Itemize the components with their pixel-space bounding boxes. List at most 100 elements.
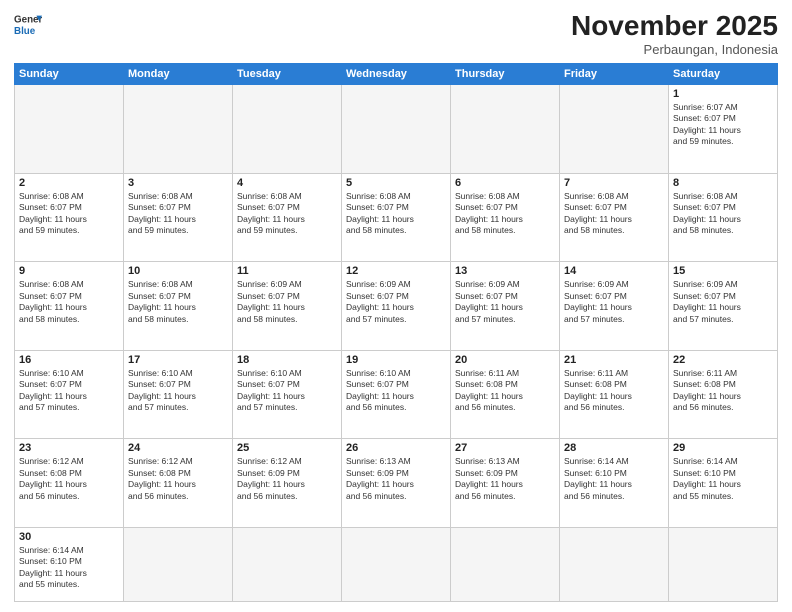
- day-number: 20: [455, 354, 555, 366]
- day-number: 7: [564, 177, 664, 189]
- day-number: 1: [673, 88, 773, 100]
- table-row: 16Sunrise: 6:10 AM Sunset: 6:07 PM Dayli…: [15, 350, 124, 439]
- col-friday: Friday: [560, 64, 669, 85]
- table-row: [451, 85, 560, 174]
- svg-text:Blue: Blue: [14, 26, 36, 37]
- calendar-week-row: 1Sunrise: 6:07 AM Sunset: 6:07 PM Daylig…: [15, 85, 778, 174]
- table-row: 5Sunrise: 6:08 AM Sunset: 6:07 PM Daylig…: [342, 173, 451, 262]
- day-number: 30: [19, 531, 119, 543]
- table-row: 29 Sunrise: 6:14 AM Sunset: 6:10 PM Dayli…: [669, 439, 778, 528]
- calendar-week-row: 9 Sunrise: 6:08 AM Sunset: 6:07 PM Daylig…: [15, 262, 778, 351]
- day-number: 9: [19, 265, 119, 277]
- table-row: 24 Sunrise: 6:12 AM Sunset: 6:08 PM Dayli…: [124, 439, 233, 528]
- day-info: Sunrise: 6:08 AM Sunset: 6:07 PM Dayligh…: [237, 191, 337, 237]
- day-number: 28: [564, 442, 664, 454]
- table-row: 25Sunrise: 6:12 AM Sunset: 6:09 PM Dayli…: [233, 439, 342, 528]
- table-row: 28 Sunrise: 6:14 AM Sunset: 6:10 PM Dayli…: [560, 439, 669, 528]
- table-row: [342, 527, 451, 601]
- table-row: 2Sunrise: 6:08 AM Sunset: 6:07 PM Daylig…: [15, 173, 124, 262]
- table-row: [560, 527, 669, 601]
- day-info: Sunrise: 6:14 AM Sunset: 6:10 PM Dayligh…: [19, 545, 119, 591]
- day-info: Sunrise: 6:09 AM Sunset: 6:07 PM Dayligh…: [346, 279, 446, 325]
- day-number: 15: [673, 265, 773, 277]
- table-row: 17 Sunrise: 6:10 AM Sunset: 6:07 PM Dayli…: [124, 350, 233, 439]
- day-info: Sunrise: 6:11 AM Sunset: 6:08 PM Dayligh…: [673, 368, 773, 414]
- table-row: 1Sunrise: 6:07 AM Sunset: 6:07 PM Daylig…: [669, 85, 778, 174]
- col-wednesday: Wednesday: [342, 64, 451, 85]
- table-row: 19Sunrise: 6:10 AM Sunset: 6:07 PM Dayli…: [342, 350, 451, 439]
- calendar-header-row: Sunday Monday Tuesday Wednesday Thursday…: [15, 64, 778, 85]
- day-number: 22: [673, 354, 773, 366]
- calendar-table: Sunday Monday Tuesday Wednesday Thursday…: [14, 63, 778, 602]
- day-info: Sunrise: 6:13 AM Sunset: 6:09 PM Dayligh…: [346, 456, 446, 502]
- table-row: 3Sunrise: 6:08 AM Sunset: 6:07 PM Daylig…: [124, 173, 233, 262]
- generalblue-logo-icon: General Blue: [14, 10, 42, 38]
- day-number: 17: [128, 354, 228, 366]
- day-number: 16: [19, 354, 119, 366]
- table-row: 15 Sunrise: 6:09 AM Sunset: 6:07 PM Dayli…: [669, 262, 778, 351]
- day-info: Sunrise: 6:09 AM Sunset: 6:07 PM Dayligh…: [564, 279, 664, 325]
- day-info: Sunrise: 6:12 AM Sunset: 6:08 PM Dayligh…: [19, 456, 119, 502]
- table-row: 8 Sunrise: 6:08 AM Sunset: 6:07 PM Daylig…: [669, 173, 778, 262]
- table-row: [342, 85, 451, 174]
- title-block: November 2025 Perbaungan, Indonesia: [571, 10, 778, 57]
- day-info: Sunrise: 6:09 AM Sunset: 6:07 PM Dayligh…: [455, 279, 555, 325]
- table-row: [124, 527, 233, 601]
- header: General Blue November 2025 Perbaungan, I…: [14, 10, 778, 57]
- day-info: Sunrise: 6:09 AM Sunset: 6:07 PM Dayligh…: [673, 279, 773, 325]
- col-sunday: Sunday: [15, 64, 124, 85]
- day-info: Sunrise: 6:08 AM Sunset: 6:07 PM Dayligh…: [19, 191, 119, 237]
- day-number: 18: [237, 354, 337, 366]
- day-number: 4: [237, 177, 337, 189]
- table-row: [669, 527, 778, 601]
- table-row: 27 Sunrise: 6:13 AM Sunset: 6:09 PM Dayli…: [451, 439, 560, 528]
- day-info: Sunrise: 6:14 AM Sunset: 6:10 PM Dayligh…: [673, 456, 773, 502]
- day-info: Sunrise: 6:10 AM Sunset: 6:07 PM Dayligh…: [237, 368, 337, 414]
- day-number: 27: [455, 442, 555, 454]
- day-number: 13: [455, 265, 555, 277]
- day-number: 5: [346, 177, 446, 189]
- table-row: [451, 527, 560, 601]
- table-row: [233, 527, 342, 601]
- day-info: Sunrise: 6:08 AM Sunset: 6:07 PM Dayligh…: [128, 191, 228, 237]
- day-number: 10: [128, 265, 228, 277]
- table-row: 22 Sunrise: 6:11 AM Sunset: 6:08 PM Dayli…: [669, 350, 778, 439]
- table-row: 13 Sunrise: 6:09 AM Sunset: 6:07 PM Dayli…: [451, 262, 560, 351]
- day-number: 29: [673, 442, 773, 454]
- table-row: 10 Sunrise: 6:08 AM Sunset: 6:07 PM Dayli…: [124, 262, 233, 351]
- day-number: 6: [455, 177, 555, 189]
- table-row: [15, 85, 124, 174]
- day-info: Sunrise: 6:11 AM Sunset: 6:08 PM Dayligh…: [564, 368, 664, 414]
- day-info: Sunrise: 6:08 AM Sunset: 6:07 PM Dayligh…: [19, 279, 119, 325]
- day-info: Sunrise: 6:12 AM Sunset: 6:08 PM Dayligh…: [128, 456, 228, 502]
- day-info: Sunrise: 6:08 AM Sunset: 6:07 PM Dayligh…: [455, 191, 555, 237]
- table-row: 21Sunrise: 6:11 AM Sunset: 6:08 PM Dayli…: [560, 350, 669, 439]
- table-row: 20 Sunrise: 6:11 AM Sunset: 6:08 PM Dayli…: [451, 350, 560, 439]
- table-row: 14 Sunrise: 6:09 AM Sunset: 6:07 PM Dayli…: [560, 262, 669, 351]
- day-info: Sunrise: 6:13 AM Sunset: 6:09 PM Dayligh…: [455, 456, 555, 502]
- month-title: November 2025: [571, 10, 778, 42]
- table-row: 11Sunrise: 6:09 AM Sunset: 6:07 PM Dayli…: [233, 262, 342, 351]
- day-info: Sunrise: 6:14 AM Sunset: 6:10 PM Dayligh…: [564, 456, 664, 502]
- col-monday: Monday: [124, 64, 233, 85]
- calendar-week-row: 16 Sunrise: 6:10 AM Sunset: 6:07 PM Dayli…: [15, 350, 778, 439]
- table-row: [124, 85, 233, 174]
- location: Perbaungan, Indonesia: [571, 42, 778, 57]
- table-row: 6 Sunrise: 6:08 AM Sunset: 6:07 PM Daylig…: [451, 173, 560, 262]
- table-row: 12Sunrise: 6:09 AM Sunset: 6:07 PM Dayli…: [342, 262, 451, 351]
- calendar-week-row: 23 Sunrise: 6:12 AM Sunset: 6:08 PM Dayli…: [15, 439, 778, 528]
- day-info: Sunrise: 6:08 AM Sunset: 6:07 PM Dayligh…: [673, 191, 773, 237]
- day-info: Sunrise: 6:11 AM Sunset: 6:08 PM Dayligh…: [455, 368, 555, 414]
- day-number: 14: [564, 265, 664, 277]
- day-info: Sunrise: 6:10 AM Sunset: 6:07 PM Dayligh…: [346, 368, 446, 414]
- day-info: Sunrise: 6:08 AM Sunset: 6:07 PM Dayligh…: [128, 279, 228, 325]
- day-number: 25: [237, 442, 337, 454]
- logo: General Blue: [14, 10, 42, 38]
- day-info: Sunrise: 6:09 AM Sunset: 6:07 PM Dayligh…: [237, 279, 337, 325]
- day-number: 8: [673, 177, 773, 189]
- day-info: Sunrise: 6:10 AM Sunset: 6:07 PM Dayligh…: [128, 368, 228, 414]
- table-row: [233, 85, 342, 174]
- day-number: 24: [128, 442, 228, 454]
- calendar-week-row: 30 Sunrise: 6:14 AM Sunset: 6:10 PM Dayli…: [15, 527, 778, 601]
- day-number: 23: [19, 442, 119, 454]
